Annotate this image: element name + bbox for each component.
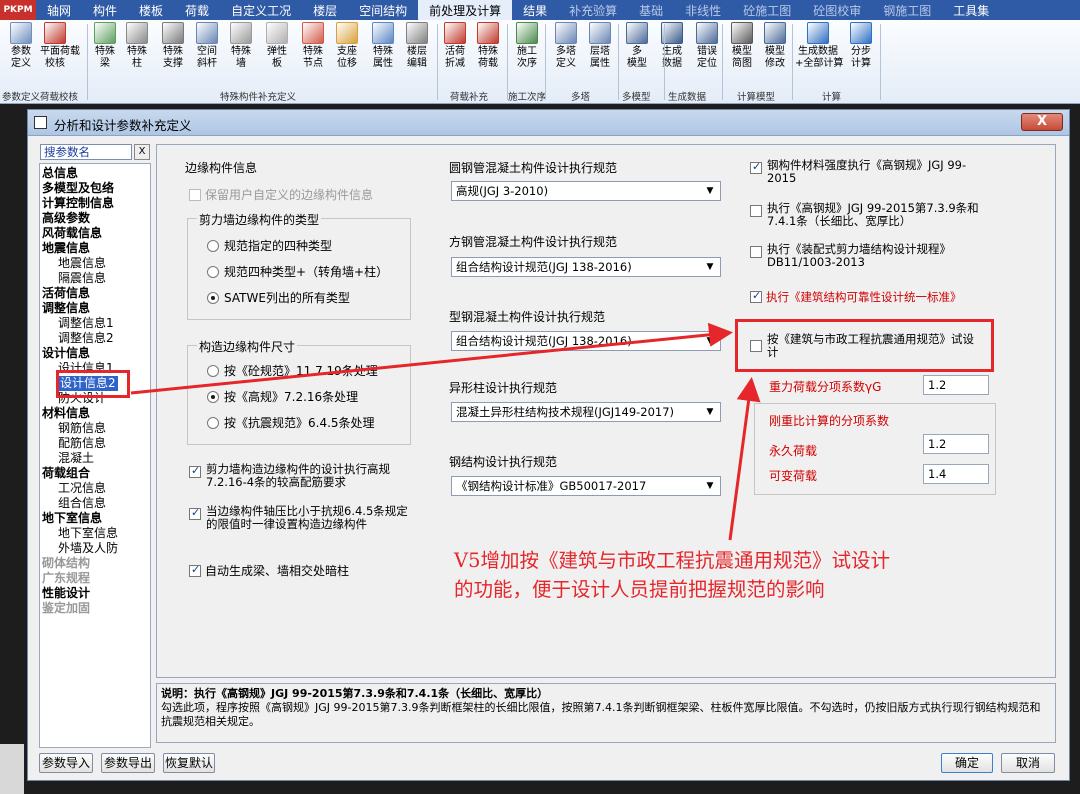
annotation-line-2: 的功能，便于设计人员提前把握规范的影响	[454, 578, 825, 601]
arrow-to-option	[130, 322, 733, 395]
annotation-text: V5增加按《建筑与市政工程抗震通用规范》试设计 的功能，便于设计人员提前把握规范…	[454, 546, 890, 604]
arrow-from-annotation	[728, 377, 761, 541]
annotation-line-1: V5增加按《建筑与市政工程抗震通用规范》试设计	[454, 549, 890, 572]
annotation-arrows	[130, 322, 761, 541]
